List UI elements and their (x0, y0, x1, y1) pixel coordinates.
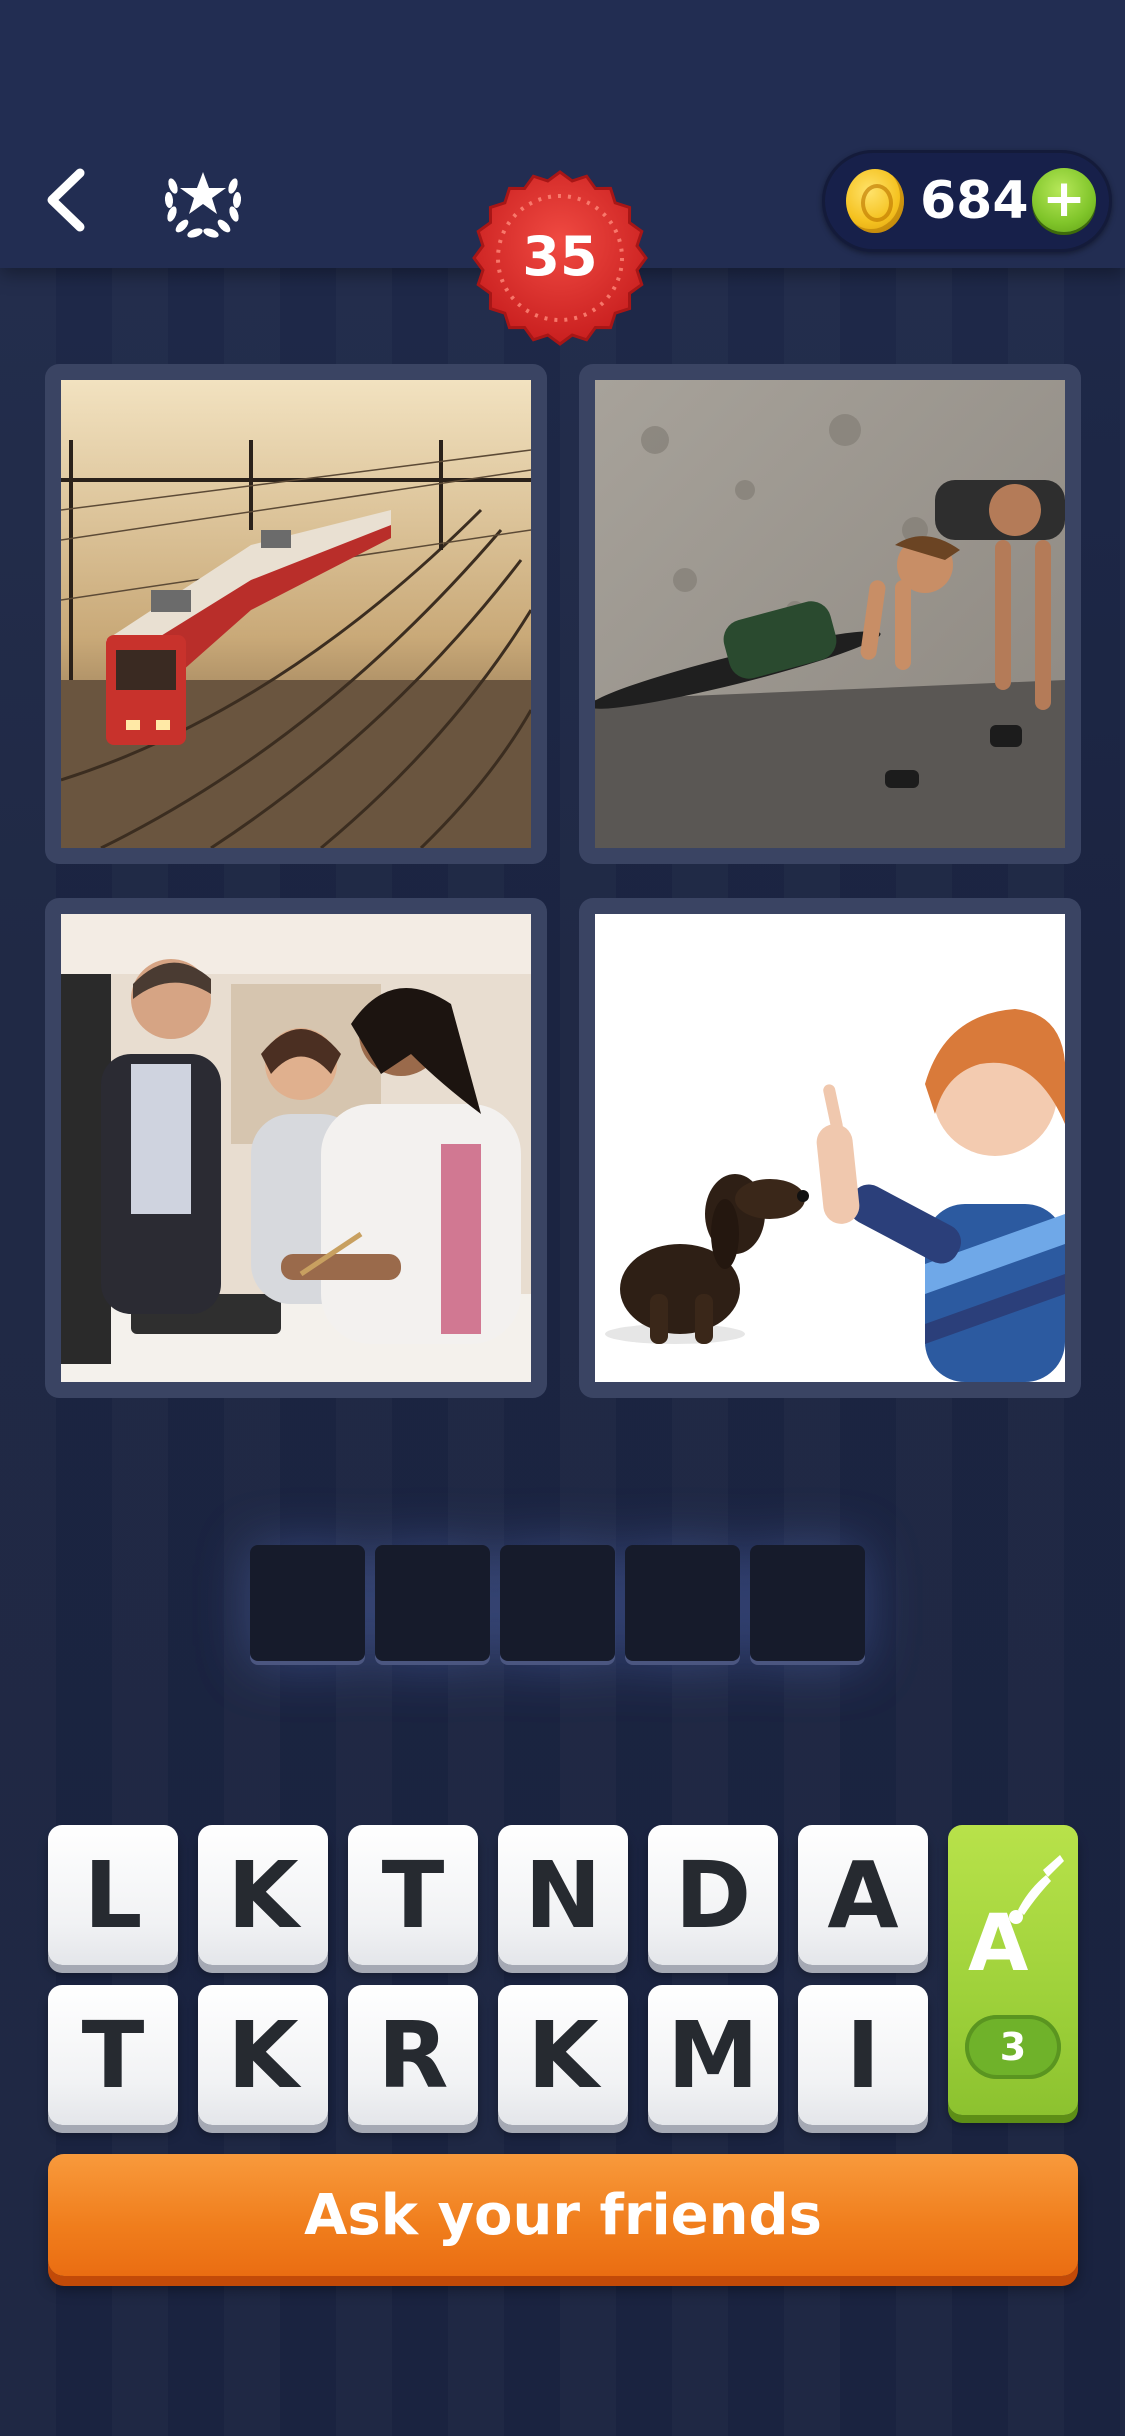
answer-slot[interactable] (750, 1545, 865, 1661)
letter-key[interactable]: K (498, 1985, 628, 2125)
answer-slot[interactable] (500, 1545, 615, 1661)
game-screen: 684 + 35 L K T N D A T K R K M I A 3 Ask… (0, 0, 1125, 2436)
letter-key[interactable]: I (798, 1985, 928, 2125)
picture-teacher[interactable] (45, 898, 547, 1398)
achievements-button[interactable] (155, 152, 251, 248)
train-image (61, 380, 531, 848)
back-button[interactable] (30, 160, 100, 240)
boy-dog-image (595, 914, 1065, 1382)
letter-key[interactable]: D (648, 1825, 778, 1965)
hint-button[interactable]: A 3 (948, 1825, 1078, 2115)
letter-key[interactable]: L (48, 1825, 178, 1965)
answer-slots (250, 1545, 875, 1669)
picture-train[interactable] (45, 364, 547, 864)
letter-key[interactable]: R (348, 1985, 478, 2125)
answer-slot[interactable] (375, 1545, 490, 1661)
answer-slot[interactable] (625, 1545, 740, 1661)
letter-key[interactable]: A (798, 1825, 928, 1965)
picture-boy-dog[interactable] (579, 898, 1081, 1398)
chevron-left-icon (47, 168, 85, 232)
pushups-image (595, 380, 1065, 848)
letter-key[interactable]: N (498, 1825, 628, 1965)
letter-key[interactable]: M (648, 1985, 778, 2125)
letter-key[interactable]: T (348, 1825, 478, 1965)
letter-key[interactable]: K (198, 1985, 328, 2125)
teacher-image (61, 914, 531, 1382)
hint-count-badge: 3 (965, 2015, 1061, 2079)
ask-friends-button[interactable]: Ask your friends (48, 2154, 1078, 2276)
laurel-star-icon (164, 172, 242, 238)
coin-icon (846, 169, 904, 233)
answer-slot[interactable] (250, 1545, 365, 1661)
level-badge: 35 (470, 168, 650, 348)
add-coins-button[interactable]: + (1032, 168, 1096, 232)
level-number: 35 (522, 225, 598, 288)
letter-a-brush-icon: A (968, 1855, 1064, 1989)
picture-pushups[interactable] (579, 364, 1081, 864)
letter-key[interactable]: T (48, 1985, 178, 2125)
letter-key[interactable]: K (198, 1825, 328, 1965)
coin-count: 684 (920, 171, 1029, 231)
coin-balance[interactable]: 684 + (822, 150, 1112, 252)
